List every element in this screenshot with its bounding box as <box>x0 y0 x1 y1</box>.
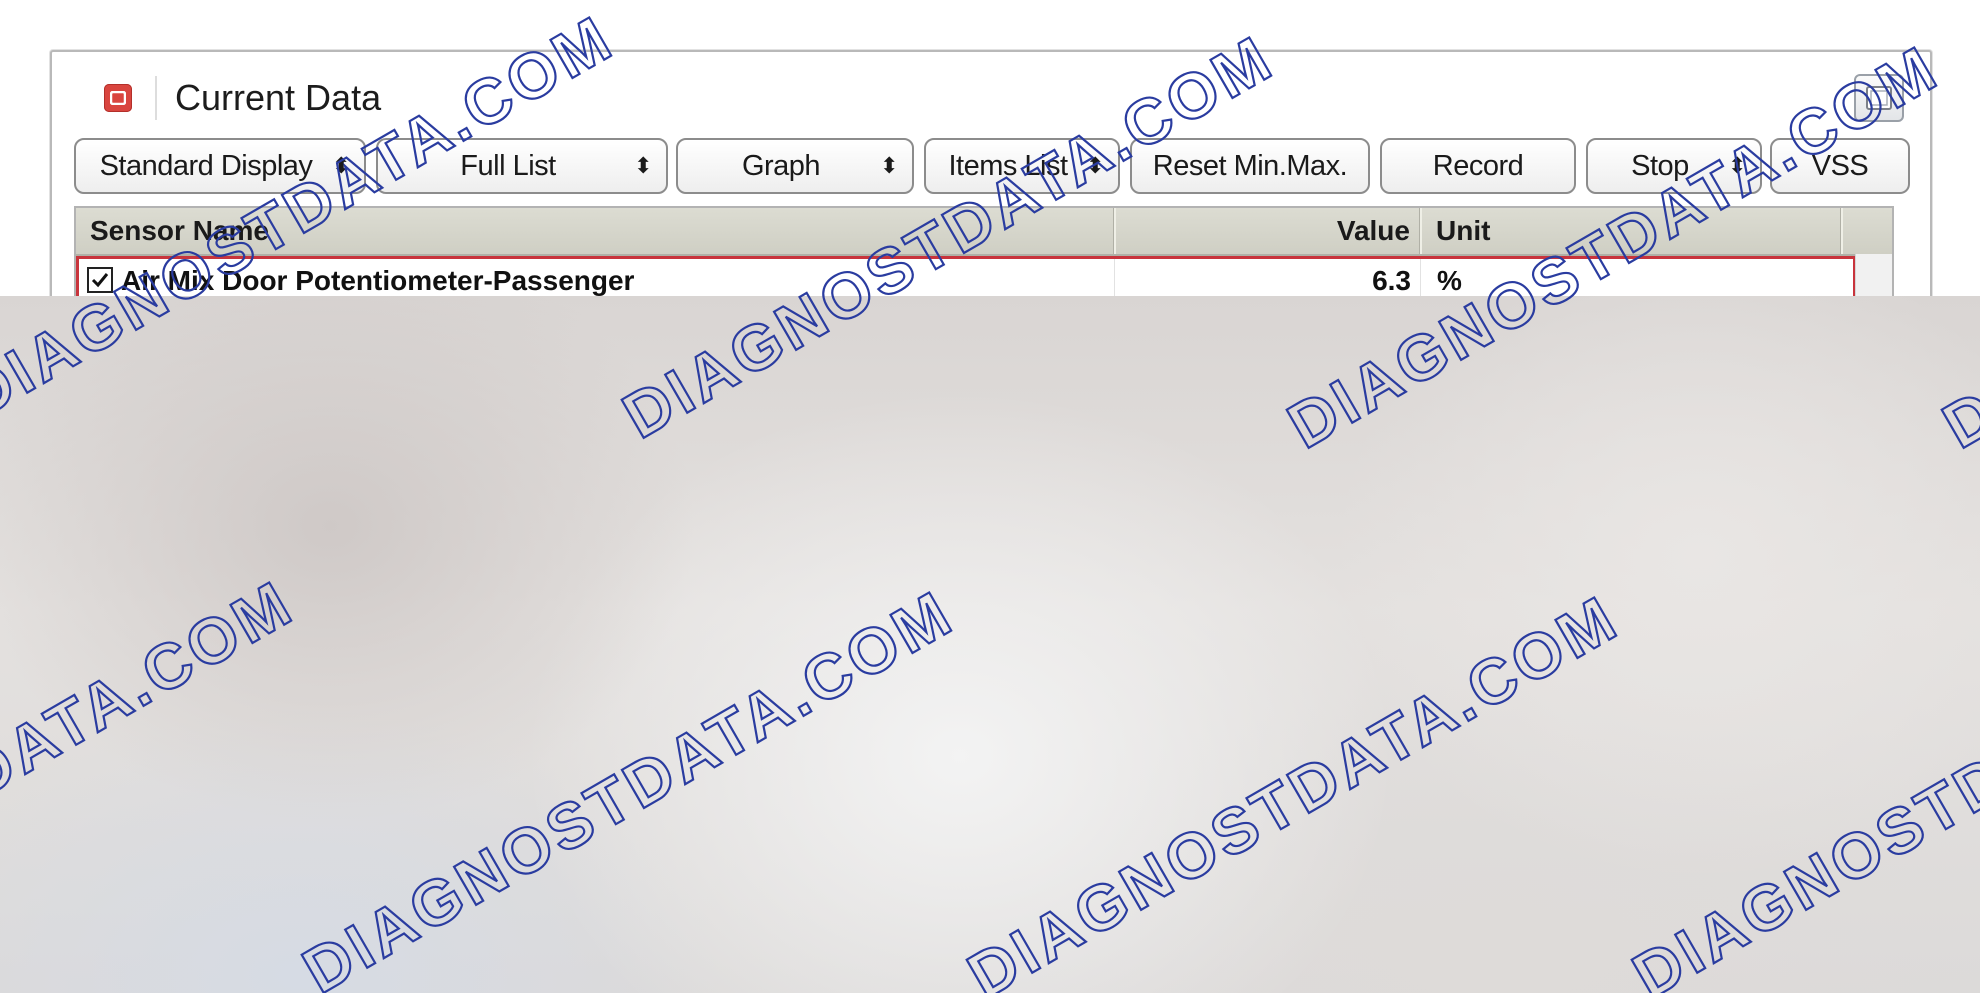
column-header-value[interactable]: Value <box>1116 208 1410 254</box>
restore-window-icon <box>1866 86 1892 110</box>
items-list-dropdown[interactable]: Items List ⬍ <box>924 138 1120 194</box>
value-cell: 6.3 <box>1372 265 1411 296</box>
spinner-arrows-icon: ⬍ <box>1086 153 1104 178</box>
reset-min-max-label: Reset Min.Max. <box>1152 149 1348 182</box>
record-label: Record <box>1432 149 1524 182</box>
checkbox-checked-icon[interactable] <box>87 267 113 293</box>
items-list-label: Items List <box>948 149 1068 182</box>
stop-dropdown[interactable]: Stop ⬍ <box>1586 138 1762 194</box>
standard-display-dropdown[interactable]: Standard Display ⬍ <box>74 138 366 194</box>
vss-button[interactable]: VSS <box>1770 138 1910 194</box>
spinner-arrows-icon: ⬍ <box>1728 153 1746 178</box>
toolbar: Standard Display ⬍ Full List ⬍ Graph ⬍ I… <box>74 138 1910 194</box>
graph-dropdown[interactable]: Graph ⬍ <box>676 138 914 194</box>
title-bar: Current Data <box>52 52 1930 134</box>
column-header-unit[interactable]: Unit <box>1436 208 1490 254</box>
unit-cell: % <box>1437 265 1462 296</box>
graph-label: Graph <box>741 149 821 182</box>
stop-label: Stop <box>1631 149 1689 182</box>
spinner-arrows-icon: ⬍ <box>880 153 898 178</box>
record-button[interactable]: Record <box>1380 138 1576 194</box>
spinner-arrows-icon: ⬍ <box>634 153 652 178</box>
column-header-sensor-name[interactable]: Sensor Name <box>90 208 269 254</box>
table-header: Sensor Name Value Unit <box>76 208 1892 256</box>
spinner-arrows-icon: ⬍ <box>332 153 350 178</box>
full-list-dropdown[interactable]: Full List ⬍ <box>376 138 668 194</box>
vss-label: VSS <box>1811 149 1869 182</box>
current-data-window: Current Data Standard Display ⬍ Full Lis… <box>50 50 1932 320</box>
blurred-photo-background <box>0 296 1980 993</box>
reset-min-max-button[interactable]: Reset Min.Max. <box>1130 138 1370 194</box>
title-separator <box>155 76 157 120</box>
standard-display-label: Standard Display <box>99 149 313 182</box>
column-divider[interactable] <box>1841 208 1843 254</box>
sensor-name-cell: Air Mix Door Potentiometer-Passenger <box>121 265 635 296</box>
close-button[interactable] <box>104 84 132 112</box>
window-title: Current Data <box>175 77 382 118</box>
close-icon <box>110 91 126 105</box>
column-divider[interactable] <box>1420 208 1422 254</box>
restore-window-button[interactable] <box>1854 74 1904 122</box>
full-list-label: Full List <box>460 149 556 182</box>
